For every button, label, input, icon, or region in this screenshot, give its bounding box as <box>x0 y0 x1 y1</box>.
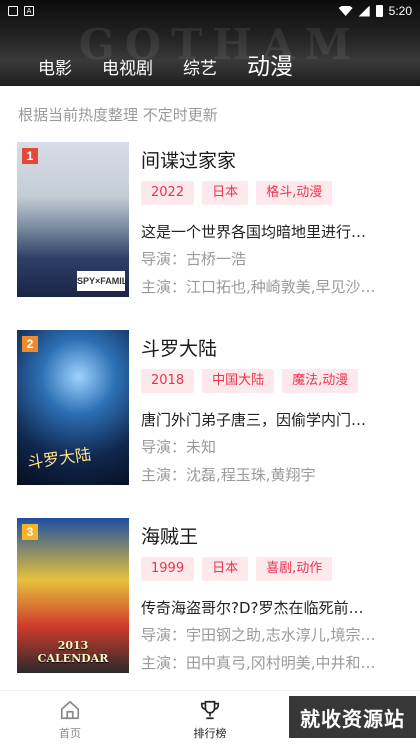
nav-home-label: 首页 <box>59 727 81 740</box>
item-title[interactable]: 海贼王 <box>141 522 198 549</box>
poster-logo: SPY×FAMILY <box>77 271 129 291</box>
item-director: 导演：宇田钢之助,志水淳儿,境宗… <box>141 626 376 644</box>
list-item[interactable]: 2 斗罗大陆 斗罗大陆 2018 中国大陆 魔法,动漫 唐门外门弟子唐三，因偷学… <box>17 330 407 488</box>
tag-region: 日本 <box>202 181 249 205</box>
wifi-icon <box>338 6 353 16</box>
item-description: 传奇海盗哥尔?D?罗杰在临死前… <box>141 599 364 617</box>
list-item[interactable]: 1 SPY×FAMILY 间谍过家家 2022 日本 格斗,动漫 这是一个世界各… <box>17 142 407 300</box>
poster-logo: 斗罗大陆 <box>26 444 93 473</box>
header: GOTHAM A 5:20 电影 电视剧 综艺 动漫 <box>0 0 420 86</box>
tag-region: 日本 <box>202 557 249 581</box>
tag-year: 2018 <box>141 369 195 393</box>
poster-logo: 2013 CALENDAR <box>37 639 109 665</box>
status-bar: A 5:20 <box>0 0 420 22</box>
item-director: 导演：古桥一浩 <box>141 250 247 268</box>
item-actors: 主演：江口拓也,种崎敦美,早见沙… <box>141 278 376 296</box>
tab-variety[interactable]: 综艺 <box>183 56 217 82</box>
nav-ranking[interactable]: 排行榜 <box>140 691 280 746</box>
category-tabs: 电影 电视剧 综艺 动漫 <box>0 48 420 82</box>
poster-image[interactable]: 2 斗罗大陆 <box>17 330 129 485</box>
nav-home[interactable]: 首页 <box>0 691 140 746</box>
item-title[interactable]: 斗罗大陆 <box>141 334 217 361</box>
tag-region: 中国大陆 <box>202 369 275 393</box>
tag-genre: 格斗,动漫 <box>256 181 333 205</box>
poster-image[interactable]: 1 SPY×FAMILY <box>17 142 129 297</box>
rank-badge: 2 <box>22 336 38 352</box>
tag-list: 2018 中国大陆 魔法,动漫 <box>141 369 359 393</box>
item-description: 唐门外门弟子唐三，因偷学内门… <box>141 411 367 429</box>
tab-tv-series[interactable]: 电视剧 <box>102 56 153 82</box>
rank-badge: 3 <box>22 524 38 540</box>
tag-genre: 魔法,动漫 <box>282 369 359 393</box>
nav-ranking-label: 排行榜 <box>193 727 227 740</box>
ranking-subtitle: 根据当前热度整理 不定时更新 <box>18 106 218 124</box>
item-actors: 主演：田中真弓,冈村明美,中井和… <box>141 654 376 672</box>
site-watermark: 就收资源站 <box>289 696 416 738</box>
poster-image[interactable]: 3 2013 CALENDAR <box>17 518 129 673</box>
tag-genre: 喜剧,动作 <box>256 557 333 581</box>
tab-movie[interactable]: 电影 <box>38 56 72 82</box>
signal-icon <box>358 5 370 17</box>
tag-list: 2022 日本 格斗,动漫 <box>141 181 333 205</box>
tag-list: 1999 日本 喜剧,动作 <box>141 557 333 581</box>
tag-year: 1999 <box>141 557 195 581</box>
status-time: 5:20 <box>388 4 412 18</box>
item-title[interactable]: 间谍过家家 <box>141 146 236 173</box>
battery-icon <box>375 5 383 17</box>
item-director: 导演：未知 <box>141 438 217 456</box>
list-item[interactable]: 3 2013 CALENDAR 海贼王 1999 日本 喜剧,动作 传奇海盗哥尔… <box>17 518 407 676</box>
tag-year: 2022 <box>141 181 195 205</box>
notification-a-icon: A <box>24 6 34 16</box>
tab-anime[interactable]: 动漫 <box>247 52 293 82</box>
home-icon <box>60 700 80 720</box>
item-description: 这是一个世界各国均暗地里进行… <box>141 223 367 241</box>
item-actors: 主演：沈磊,程玉珠,黄翔宇 <box>141 466 316 484</box>
notification-image-icon <box>8 6 18 16</box>
trophy-icon <box>200 700 220 720</box>
rank-badge: 1 <box>22 148 38 164</box>
